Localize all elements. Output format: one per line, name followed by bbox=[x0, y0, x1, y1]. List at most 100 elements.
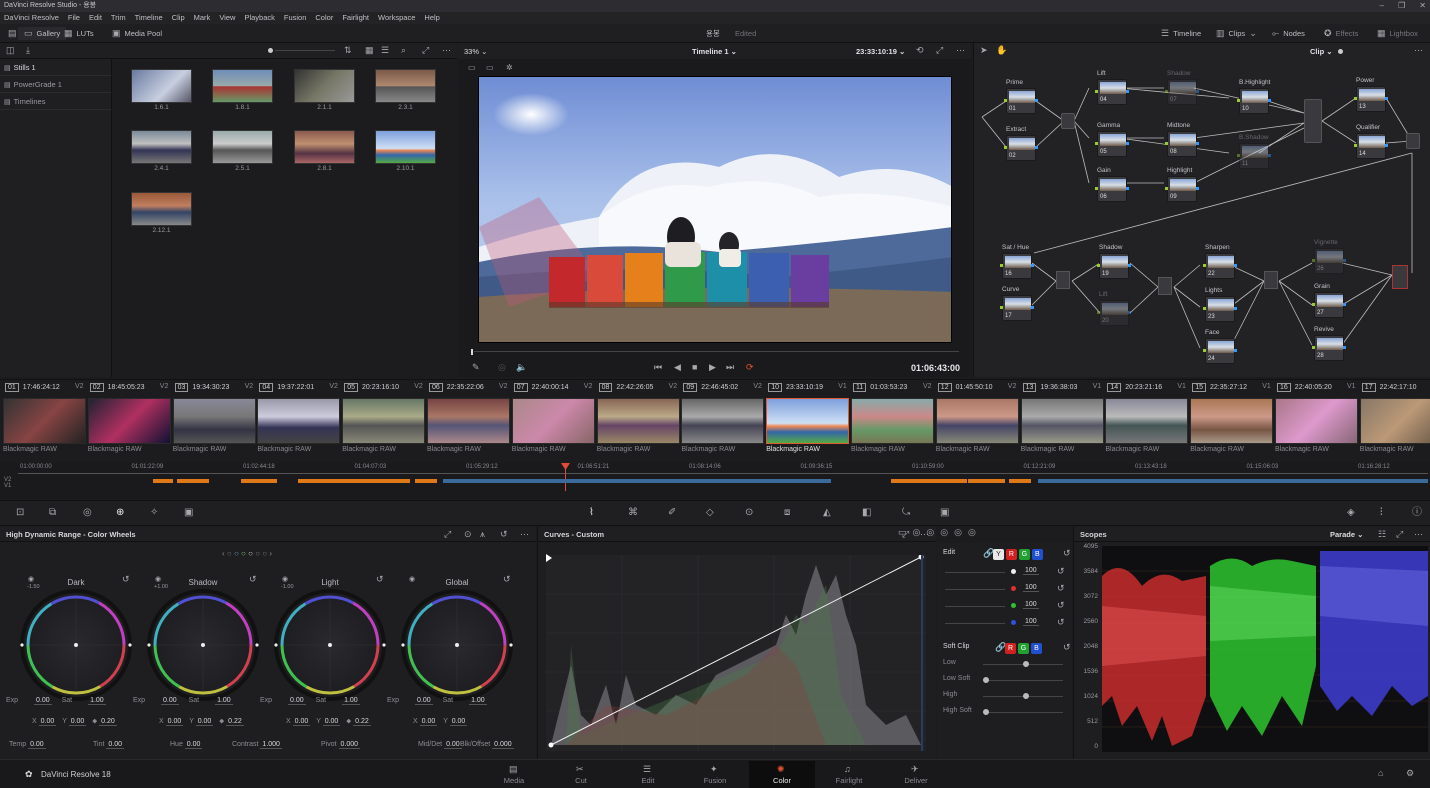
exp-value[interactable]: 0.00 bbox=[161, 697, 179, 705]
hand-icon[interactable]: ◎ bbox=[498, 363, 506, 372]
curves-icon[interactable]: ⌇ bbox=[589, 508, 594, 518]
curve-mode-icon[interactable]: ▭ bbox=[898, 528, 907, 537]
clip-thumbnail[interactable]: Blackmagic RAW bbox=[1190, 398, 1274, 456]
fullscreen-viewer-icon[interactable]: ⤢ bbox=[936, 46, 943, 55]
param-value[interactable]: 0.00 bbox=[184, 741, 203, 749]
node-grain[interactable]: 27 bbox=[1312, 292, 1346, 318]
3d-icon[interactable]: ▣ bbox=[940, 508, 949, 518]
soft-clip-slider[interactable] bbox=[1023, 693, 1029, 699]
exp-value[interactable]: 0.00 bbox=[415, 697, 433, 705]
primaries-icon[interactable]: ◎ bbox=[83, 508, 92, 518]
menu-file[interactable]: File bbox=[68, 12, 80, 24]
hue-vs-hue-icon[interactable]: ◎ bbox=[913, 528, 921, 537]
x-value[interactable]: 0.00 bbox=[38, 718, 57, 726]
grid-view-icon[interactable]: ▦ bbox=[365, 46, 374, 55]
node-lights[interactable]: 23 bbox=[1203, 296, 1237, 322]
z-value[interactable]: 0.22 bbox=[353, 718, 371, 726]
media-pool-button[interactable]: ▣ Media Pool bbox=[112, 27, 162, 40]
still-thumbnail[interactable]: 1.8.1 bbox=[212, 69, 273, 111]
intensity-value[interactable]: 100 bbox=[1023, 618, 1039, 626]
play-icon[interactable]: ▶ bbox=[709, 363, 716, 372]
hdr-icon[interactable]: ⊕ bbox=[116, 508, 124, 518]
color-warper-icon[interactable]: ⌘ bbox=[628, 508, 638, 518]
album-stills-1[interactable]: ▤ Stills 1 bbox=[0, 59, 111, 76]
node-b-highlight[interactable]: 10 bbox=[1237, 88, 1271, 114]
node-power[interactable]: 13 bbox=[1354, 86, 1388, 112]
bars-mode-icon[interactable]: ⩚ bbox=[480, 530, 485, 539]
softclip-r-toggle[interactable]: R bbox=[1005, 643, 1016, 654]
color-wheel[interactable] bbox=[20, 589, 132, 701]
intensity-value[interactable]: 100 bbox=[1023, 567, 1039, 575]
param-value[interactable]: 0.000 bbox=[492, 741, 514, 749]
reset-icon[interactable]: ↺ bbox=[122, 575, 130, 584]
menu-workspace[interactable]: Workspace bbox=[378, 12, 415, 24]
timeline-clip-v2[interactable] bbox=[891, 479, 967, 483]
zone-pager[interactable]: ‹ ○ ○ ○ ○ ○ ○ › bbox=[222, 549, 272, 558]
sat-value[interactable]: 1.00 bbox=[469, 697, 487, 705]
viewer-mode-icon[interactable]: ▭ bbox=[468, 63, 476, 72]
sat-value[interactable]: 1.00 bbox=[342, 697, 360, 705]
sat-value[interactable]: 1.00 bbox=[88, 697, 106, 705]
param-value[interactable]: 0.000 bbox=[338, 741, 361, 749]
more-icon[interactable]: ⋯ bbox=[442, 46, 451, 55]
page-cut[interactable]: ✂ Cut bbox=[548, 761, 614, 788]
menu-mark[interactable]: Mark bbox=[194, 12, 211, 24]
channel-r-toggle[interactable]: R bbox=[1005, 549, 1017, 560]
menu-view[interactable]: View bbox=[219, 12, 235, 24]
node-face[interactable]: 24 bbox=[1203, 338, 1237, 364]
intensity-value[interactable]: 100 bbox=[1023, 601, 1039, 609]
reset-icon[interactable]: ↺ bbox=[1057, 567, 1065, 576]
menu-help[interactable]: Help bbox=[424, 12, 439, 24]
clip-thumbnail[interactable]: Blackmagic RAW bbox=[427, 398, 510, 456]
y-value[interactable]: 0.00 bbox=[195, 718, 214, 726]
still-thumbnail[interactable]: 2.12.1 bbox=[131, 192, 192, 234]
timeline-clip-v2[interactable] bbox=[298, 479, 410, 483]
sort-icon[interactable]: ⇅ bbox=[344, 46, 352, 55]
param-value[interactable]: 0.00 bbox=[106, 741, 124, 749]
page-deliver[interactable]: ✈ Deliver bbox=[883, 761, 949, 788]
import-icon[interactable]: ⤓ bbox=[26, 46, 30, 55]
qualifier-icon[interactable]: ✐ bbox=[668, 508, 676, 518]
home-icon[interactable]: ⌂ bbox=[1378, 769, 1383, 778]
zone-handle-icon[interactable]: ◉ bbox=[28, 575, 34, 584]
fullscreen-icon[interactable]: ⤢ bbox=[444, 530, 451, 539]
nodes-button[interactable]: ⟜ Nodes bbox=[1272, 27, 1305, 40]
lum-vs-sat-icon[interactable]: ◎ bbox=[954, 528, 962, 537]
mixer-node[interactable] bbox=[1061, 113, 1075, 129]
timeline-clip-v2[interactable] bbox=[415, 479, 437, 483]
highlight-icon[interactable]: ✲ bbox=[506, 63, 513, 72]
menu-fairlight[interactable]: Fairlight bbox=[342, 12, 369, 24]
color-wheel[interactable] bbox=[274, 589, 386, 701]
still-thumbnail[interactable]: 2.10.1 bbox=[375, 130, 436, 172]
album-timelines[interactable]: ▤ Timelines bbox=[0, 93, 111, 110]
node-sat-hue[interactable]: 16 bbox=[1000, 253, 1034, 279]
node-qualifier[interactable]: 14 bbox=[1354, 133, 1388, 159]
menu-trim[interactable]: Trim bbox=[111, 12, 126, 24]
node-highlight[interactable]: 09 bbox=[1165, 176, 1199, 202]
lightbox-button[interactable]: ▦ Lightbox bbox=[1377, 27, 1418, 40]
scope-settings-icon[interactable]: ☷ bbox=[1378, 530, 1386, 539]
clips-button[interactable]: ▥ Clips ⌄ bbox=[1216, 27, 1257, 40]
zone-handle-icon[interactable]: ◉ bbox=[409, 575, 415, 584]
still-thumbnail[interactable]: 2.1.1 bbox=[294, 69, 355, 111]
reset-icon[interactable]: ↺ bbox=[1057, 601, 1065, 610]
thumb-size-slider[interactable] bbox=[268, 48, 273, 53]
fullscreen-icon[interactable]: ⤢ bbox=[1396, 530, 1403, 539]
more-icon[interactable]: ⋯ bbox=[1414, 530, 1423, 539]
sat-vs-sat-icon[interactable]: ◎ bbox=[968, 528, 976, 537]
minimize-icon[interactable]: – bbox=[1380, 0, 1384, 12]
stereo-icon[interactable]: ◈ bbox=[1347, 508, 1355, 518]
x-value[interactable]: 0.00 bbox=[165, 718, 184, 726]
picker-icon[interactable]: ✎ bbox=[472, 363, 480, 372]
scrubber-bar[interactable] bbox=[474, 351, 959, 352]
node-sharpen[interactable]: 22 bbox=[1203, 253, 1237, 279]
clip-thumbnail[interactable]: Blackmagic RAW bbox=[681, 398, 765, 456]
node-extract[interactable]: 02 bbox=[1004, 135, 1038, 161]
clip-thumbnail[interactable]: Blackmagic RAW bbox=[172, 398, 256, 456]
tracker-icon[interactable]: ⊙ bbox=[745, 508, 753, 518]
still-thumbnail[interactable]: 2.3.1 bbox=[375, 69, 436, 111]
clip-thumbnail[interactable]: Blackmagic RAW bbox=[935, 398, 1019, 456]
zone-handle-icon[interactable]: ◉ bbox=[282, 575, 288, 584]
softclip-b-toggle[interactable]: B bbox=[1030, 643, 1042, 654]
gallery-button[interactable]: ▭ Gallery bbox=[18, 27, 67, 40]
